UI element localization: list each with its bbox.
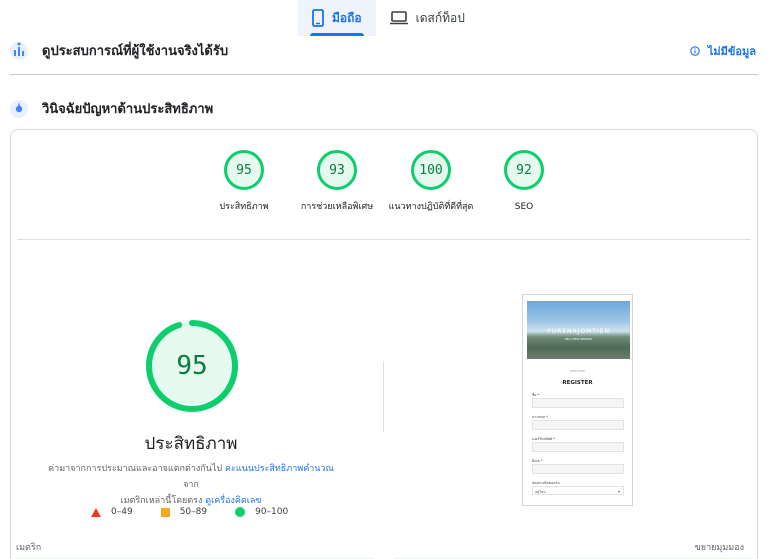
legend-average: 50–89 bbox=[160, 507, 208, 517]
gauge-performance-score: 95 bbox=[224, 150, 264, 190]
no-data-label: ไม่มีข้อมูล bbox=[707, 45, 756, 58]
device-tabs: มือถือ เดสก์ท็อป bbox=[298, 0, 479, 36]
screenshot-hero-image: PURENAJOMTIEN SEA VIEW RESORT bbox=[527, 301, 630, 359]
performance-title: ประสิทธิภาพ bbox=[144, 434, 238, 454]
gauge-seo-label: SEO bbox=[514, 202, 534, 212]
desc-text-2: จาก bbox=[183, 480, 199, 490]
circle-icon bbox=[235, 507, 246, 517]
gauge-accessibility[interactable]: 93 การช่วยเหลือพิเศษ bbox=[287, 150, 387, 215]
gauge-performance[interactable]: 95 ประสิทธิภาพ bbox=[194, 150, 294, 215]
calculator-link[interactable]: ดูเครื่องคิดเลข bbox=[205, 496, 261, 506]
category-gauges: 95 ประสิทธิภาพ 93 การช่วยเหลือพิเศษ 100 … bbox=[11, 150, 757, 240]
screenshot-heading: REGISTER bbox=[562, 380, 593, 386]
score-calc-link[interactable]: คะแนนประสิทธิภาพคำนวณ bbox=[225, 464, 334, 474]
desc-text-1: ค่ามาจากการประมาณและอาจแตกต่างกันไป bbox=[48, 464, 223, 474]
performance-description: ค่ามาจากการประมาณและอาจแตกต่างกันไป คะแน… bbox=[41, 461, 341, 509]
gauge-seo-score: 92 bbox=[504, 150, 544, 190]
lab-data-heading: วินิจฉัยปัญหาด้านประสิทธิภาพ bbox=[10, 98, 213, 119]
screenshot-field-box bbox=[532, 420, 624, 430]
gauge-seo[interactable]: 92 SEO bbox=[474, 150, 574, 215]
tab-desktop[interactable]: เดสก์ท็อป bbox=[376, 0, 479, 36]
no-data-link[interactable]: ไม่มีข้อมูล bbox=[690, 42, 756, 60]
screenshot-field-box bbox=[532, 464, 624, 474]
metrics-label: เมตริก bbox=[16, 543, 42, 553]
gauge-best-practices[interactable]: 100 แนวทางปฏิบัติที่ดีที่สุด bbox=[381, 150, 481, 215]
score-legend: 0–49 50–89 90–100 bbox=[91, 507, 288, 517]
gauge-performance-label: ประสิทธิภาพ bbox=[219, 202, 269, 212]
screenshot-select-value: อยู่ไหน bbox=[535, 490, 546, 494]
legend-average-label: 50–89 bbox=[179, 507, 208, 517]
screenshot-field-box bbox=[532, 442, 624, 452]
smartphone-icon bbox=[312, 9, 324, 27]
screenshot-small-label: REGISTER bbox=[570, 369, 585, 373]
section-divider bbox=[10, 74, 758, 75]
gauge-accessibility-score: 93 bbox=[317, 150, 357, 190]
tab-mobile[interactable]: มือถือ bbox=[298, 0, 376, 36]
info-icon bbox=[690, 46, 700, 56]
legend-fail: 0–49 bbox=[91, 507, 133, 517]
desc-text-3: เมตริกเหล่านี้โดยตรง bbox=[120, 496, 203, 506]
legend-fail-label: 0–49 bbox=[111, 507, 133, 517]
report-card: 95 ประสิทธิภาพ 93 การช่วยเหลือพิเศษ 100 … bbox=[10, 129, 758, 559]
square-icon bbox=[160, 507, 170, 517]
tab-desktop-label: เดสก์ท็อป bbox=[415, 10, 465, 25]
expand-view-button[interactable]: ขยายมุมมอง bbox=[695, 540, 744, 554]
tab-mobile-label: มือถือ bbox=[332, 10, 362, 25]
legend-pass: 90–100 bbox=[235, 507, 288, 517]
gauge-best-practices-score: 100 bbox=[411, 150, 451, 190]
gauges-divider bbox=[17, 239, 751, 240]
screenshot-field-box bbox=[532, 398, 624, 408]
triangle-icon bbox=[91, 507, 101, 517]
screenshot-brand-sub: SEA VIEW RESORT bbox=[564, 337, 593, 341]
field-data-title: ดูประสบการณ์ที่ผู้ใช้งานจริงได้รับ bbox=[42, 44, 229, 59]
performance-score: 95 bbox=[176, 351, 208, 381]
chevron-down-icon: ▾ bbox=[617, 489, 620, 494]
field-data-heading: ดูประสบการณ์ที่ผู้ใช้งานจริงได้รับ bbox=[10, 40, 228, 61]
laptop-icon bbox=[389, 11, 408, 25]
lighthouse-icon bbox=[10, 99, 28, 118]
gauge-best-practices-label: แนวทางปฏิบัติที่ดีที่สุด bbox=[388, 202, 474, 212]
screenshot-brand: PURENAJOMTIEN bbox=[547, 328, 610, 335]
people-chart-icon bbox=[10, 41, 28, 60]
page-screenshot[interactable]: PURENAJOMTIEN SEA VIEW RESORT REGISTER R… bbox=[522, 294, 633, 506]
legend-pass-label: 90–100 bbox=[255, 507, 289, 517]
gauge-accessibility-label: การช่วยเหลือพิเศษ bbox=[300, 202, 374, 212]
screenshot-select: อยู่ไหน ▾ bbox=[532, 486, 624, 495]
column-divider bbox=[383, 362, 384, 432]
lab-data-title: วินิจฉัยปัญหาด้านประสิทธิภาพ bbox=[42, 102, 214, 117]
